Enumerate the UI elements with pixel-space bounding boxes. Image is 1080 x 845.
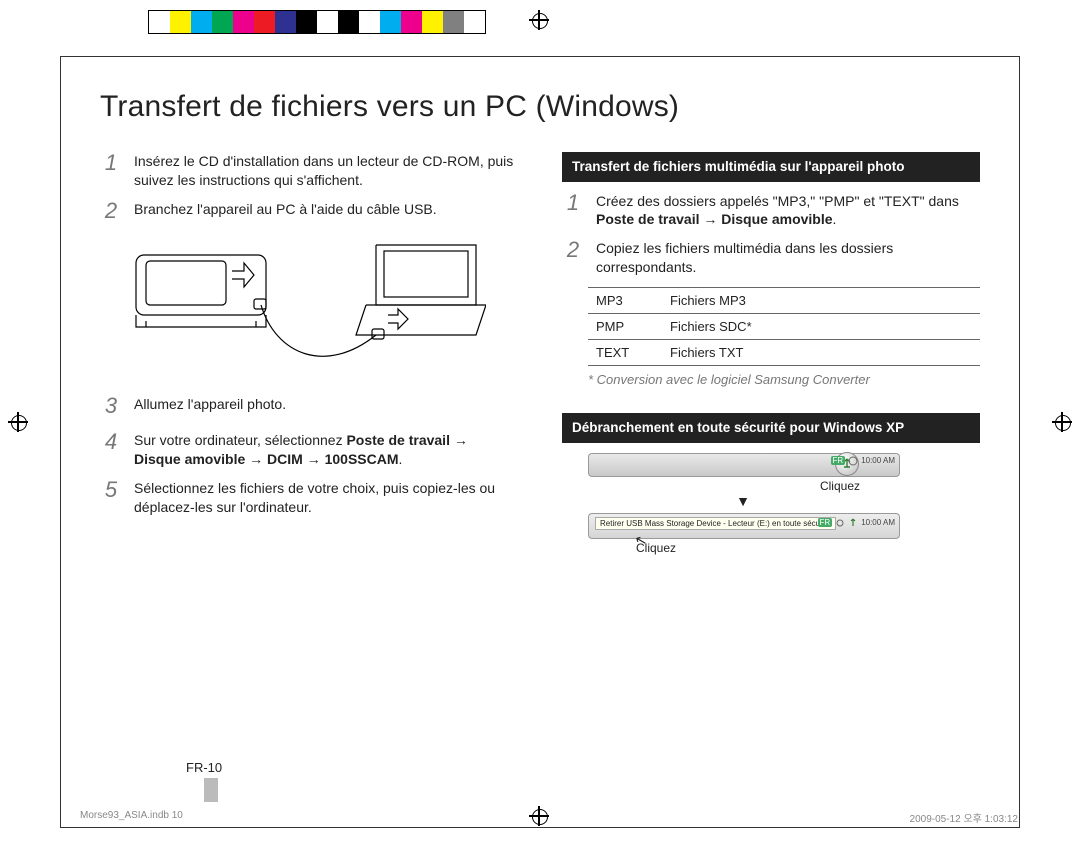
step-text: Copiez les fichiers multimédia dans les … [596, 239, 980, 277]
left-column: 1 Insérez le CD d'installation dans un l… [100, 152, 518, 555]
step-number: 2 [100, 196, 122, 226]
table-cell-key: MP3 [588, 288, 662, 314]
step-text: Créez des dossiers appelés "MP3," "PMP" … [596, 192, 980, 230]
step-1: 1 Insérez le CD d'installation dans un l… [100, 152, 518, 190]
color-swatch [359, 11, 380, 33]
step-number: 4 [100, 427, 122, 469]
color-swatch [317, 11, 338, 33]
step-number: 2 [562, 235, 584, 277]
table-row: PMPFichiers SDC* [588, 314, 980, 340]
table-cell-value: Fichiers TXT [662, 340, 980, 366]
color-swatch [464, 11, 485, 33]
table-row: MP3Fichiers MP3 [588, 288, 980, 314]
tray-usb-icon[interactable] [848, 518, 858, 528]
section-banner-multimedia: Transfert de fichiers multimédia sur l'a… [562, 152, 980, 182]
step-3: 3 Allumez l'appareil photo. [100, 395, 518, 421]
table-footnote: * Conversion avec le logiciel Samsung Co… [588, 372, 980, 387]
table-cell-value: Fichiers SDC* [662, 314, 980, 340]
windows-taskbar: FR 10:00 AM [588, 453, 900, 477]
page-number: FR-10 [186, 760, 222, 775]
step-number: 3 [100, 391, 122, 421]
step-4: 4 Sur votre ordinateur, sélectionnez Pos… [100, 431, 518, 469]
table-cell-value: Fichiers MP3 [662, 288, 980, 314]
color-calibration-bar [148, 10, 486, 34]
tray-icon [835, 518, 845, 528]
step-number: 5 [100, 475, 122, 517]
step-5: 5 Sélectionnez les fichiers de votre cho… [100, 479, 518, 517]
tray-icon [848, 456, 858, 466]
page-title: Transfert de fichiers vers un PC (Window… [100, 90, 980, 124]
color-swatch [338, 11, 359, 33]
color-swatch [170, 11, 191, 33]
system-tray: FR 10:00 AM [831, 456, 895, 466]
registration-mark-icon [1052, 412, 1072, 432]
table-cell-key: PMP [588, 314, 662, 340]
registration-mark-icon [529, 806, 549, 826]
footer-filename: Morse93_ASIA.indb 10 [80, 810, 183, 821]
down-arrow-icon: ▼ [588, 493, 898, 509]
tray-lang-label: FR [831, 456, 846, 465]
caption-click-1: Cliquez [820, 479, 860, 493]
step-number: 1 [562, 188, 584, 230]
registration-mark-icon [8, 412, 28, 432]
step-text: Sur votre ordinateur, sélectionnez Poste… [134, 431, 518, 469]
step-text: Sélectionnez les fichiers de votre choix… [134, 479, 518, 517]
safely-remove-tooltip[interactable]: Retirer USB Mass Storage Device - Lecteu… [595, 517, 836, 530]
color-swatch [296, 11, 317, 33]
section-banner-disconnect: Débranchement en toute sécurité pour Win… [562, 413, 980, 443]
color-swatch [443, 11, 464, 33]
page-content: Transfert de fichiers vers un PC (Window… [100, 90, 980, 555]
color-swatch [254, 11, 275, 33]
color-swatch [422, 11, 443, 33]
step-number: 1 [100, 148, 122, 190]
color-swatch [380, 11, 401, 33]
tray-lang-label: FR [818, 518, 833, 527]
right-step-1: 1 Créez des dossiers appelés "MP3," "PMP… [562, 192, 980, 230]
color-swatch [212, 11, 233, 33]
camera-usb-laptop-illustration [126, 235, 518, 385]
table-cell-key: TEXT [588, 340, 662, 366]
footer-timestamp: 2009-05-12 오후 1:03:12 [910, 810, 1018, 825]
windows-taskbar-with-tooltip: Retirer USB Mass Storage Device - Lecteu… [588, 513, 900, 539]
right-step-2: 2 Copiez les fichiers multimédia dans le… [562, 239, 980, 277]
color-swatch [401, 11, 422, 33]
step-2: 2 Branchez l'appareil au PC à l'aide du … [100, 200, 518, 226]
tray-clock: 10:00 AM [861, 518, 895, 527]
right-column: Transfert de fichiers multimédia sur l'a… [562, 152, 980, 555]
tray-clock: 10:00 AM [861, 456, 895, 465]
color-swatch [275, 11, 296, 33]
color-swatch [233, 11, 254, 33]
system-tray: FR 10:00 AM [818, 518, 895, 528]
color-swatch [149, 11, 170, 33]
table-row: TEXTFichiers TXT [588, 340, 980, 366]
color-swatch [191, 11, 212, 33]
file-type-table: MP3Fichiers MP3PMPFichiers SDC*TEXTFichi… [588, 287, 980, 366]
step-text: Branchez l'appareil au PC à l'aide du câ… [134, 200, 518, 226]
step-text: Allumez l'appareil photo. [134, 395, 518, 421]
page-number-tab [204, 778, 218, 802]
step-text: Insérez le CD d'installation dans un lec… [134, 152, 518, 190]
registration-mark-icon [529, 10, 549, 30]
